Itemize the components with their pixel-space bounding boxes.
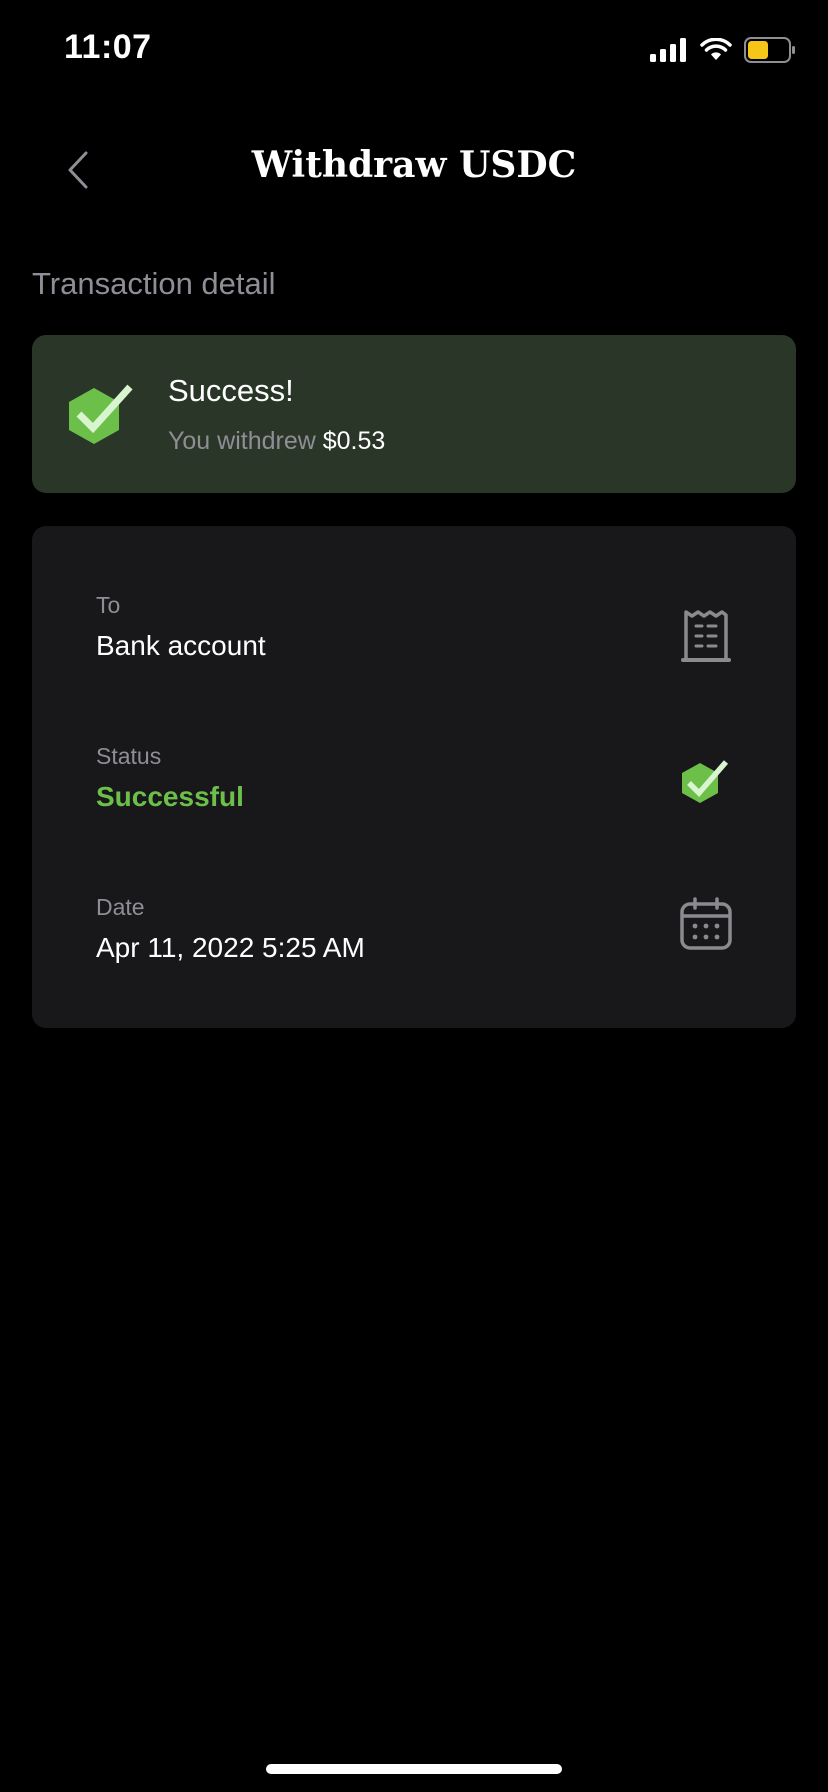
receipt-icon bbox=[681, 610, 731, 662]
calendar-icon bbox=[680, 897, 732, 950]
withdraw-text: You withdrew bbox=[168, 427, 316, 455]
check-hexagon-icon bbox=[682, 760, 729, 803]
date-label: Date bbox=[96, 894, 145, 920]
status-bar: 11:07 bbox=[0, 0, 828, 100]
to-value: Bank account bbox=[96, 630, 266, 661]
success-subtitle: You withdrew $0.53 bbox=[168, 427, 385, 456]
check-hexagon-icon bbox=[69, 384, 133, 444]
to-label: To bbox=[96, 592, 121, 618]
date-value: Apr 11, 2022 5:25 AM bbox=[96, 932, 365, 963]
section-title: Transaction detail bbox=[32, 266, 276, 301]
success-banner: Success! You withdrew $0.53 bbox=[32, 335, 796, 493]
detail-row-date: Date Apr 11, 2022 5:25 AM bbox=[32, 894, 796, 1014]
home-indicator bbox=[266, 1764, 562, 1774]
withdraw-amount: $0.53 bbox=[322, 427, 386, 455]
status-label: Status bbox=[96, 743, 162, 769]
status-value: Successful bbox=[96, 781, 244, 812]
page-title: Withdraw USDC bbox=[251, 144, 577, 186]
wifi-icon bbox=[700, 38, 732, 60]
success-title: Success! bbox=[168, 373, 294, 408]
transaction-details-card: To Bank account Status Successful Date A… bbox=[32, 526, 796, 1028]
nav-bar: Withdraw USDC bbox=[0, 130, 828, 210]
battery-icon bbox=[744, 37, 795, 63]
status-icons bbox=[650, 34, 796, 66]
cellular-signal-icon bbox=[650, 38, 686, 62]
detail-row-status: Status Successful bbox=[32, 743, 796, 863]
status-time: 11:07 bbox=[64, 28, 152, 66]
detail-row-to: To Bank account bbox=[32, 592, 796, 712]
